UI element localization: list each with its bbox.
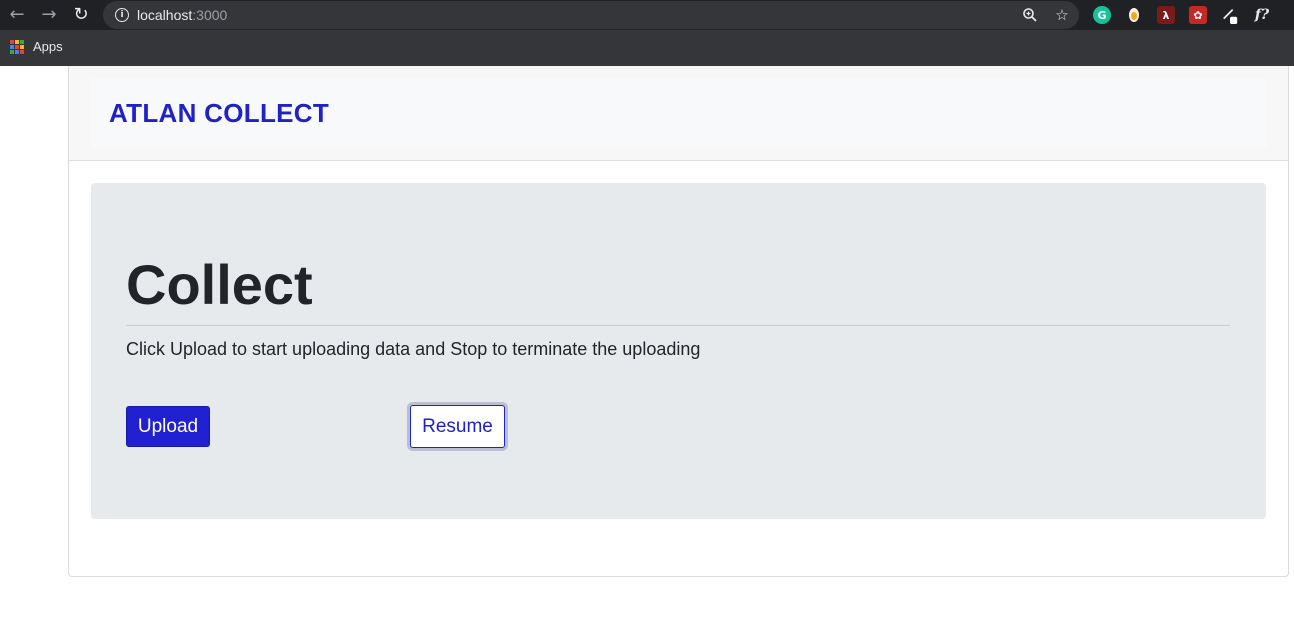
bookmark-star-icon[interactable]: ☆ <box>1053 6 1071 24</box>
back-icon[interactable]: ← <box>6 4 28 26</box>
forward-icon[interactable]: → <box>38 4 60 26</box>
apps-bookmark[interactable]: Apps <box>33 39 63 54</box>
resume-button[interactable]: Resume <box>410 405 505 448</box>
grammarly-icon[interactable]: G <box>1093 6 1111 24</box>
brand-title[interactable]: ATLAN COLLECT <box>109 98 329 129</box>
instructions-text: Click Upload to start uploading data and… <box>126 339 701 359</box>
upload-button[interactable]: Upload <box>126 406 210 447</box>
page-container: ATLAN COLLECT Collect Click Upload to st… <box>68 66 1289 577</box>
zoom-icon[interactable] <box>1021 6 1039 24</box>
reload-icon[interactable]: ↻ <box>70 4 92 26</box>
extension-icon-2[interactable] <box>1221 6 1239 24</box>
font-icon[interactable]: f? <box>1253 6 1271 24</box>
navbar: ATLAN COLLECT <box>69 66 1288 161</box>
extension-icon[interactable] <box>1125 6 1143 24</box>
page-title: Collect <box>126 253 313 316</box>
address-bar[interactable]: i localhost:3000 ☆ <box>103 1 1079 29</box>
divider <box>126 325 1230 326</box>
browser-toolbar: ← → ↻ i localhost:3000 ☆ G λ ✿ f? <box>0 0 1294 30</box>
pdf-icon[interactable]: λ <box>1157 6 1175 24</box>
navbar-inner: ATLAN COLLECT <box>91 78 1267 148</box>
apps-icon[interactable] <box>10 40 24 54</box>
jumbotron: Collect Click Upload to start uploading … <box>91 183 1266 519</box>
info-icon[interactable]: i <box>115 8 129 22</box>
url-text[interactable]: localhost:3000 <box>137 7 227 23</box>
cookie-icon[interactable]: ✿ <box>1189 6 1207 24</box>
bookmarks-bar <box>0 30 1294 66</box>
